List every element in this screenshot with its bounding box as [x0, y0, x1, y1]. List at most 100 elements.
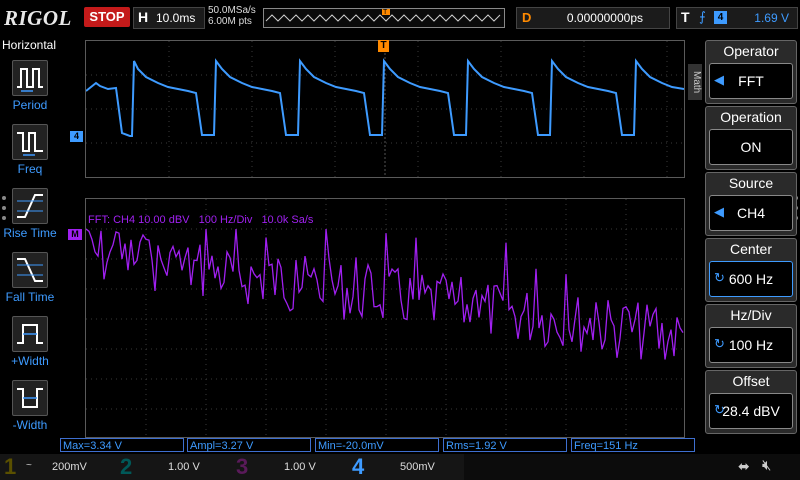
channel-1-coupling: ~ [26, 460, 32, 471]
measurement-min[interactable]: Min=-20.0mV [315, 438, 439, 452]
memory-overview-strip: T [263, 7, 505, 28]
measurement-ampl[interactable]: Ampl=3.27 V [187, 438, 311, 452]
fft-info-rate: 10.0k Sa/s [261, 214, 314, 226]
operator-value-box: ◀ FFT [709, 63, 793, 99]
period-icon [17, 68, 43, 92]
channel-1-number: 1 [4, 454, 17, 479]
timebase-key: H [138, 9, 149, 25]
center-title: Center [729, 241, 773, 257]
freq-icon [17, 132, 43, 156]
measurement-freq[interactable]: Freq=151 Hz [571, 438, 695, 452]
center-value-box: ↻ 600 Hz [709, 261, 793, 297]
channel-4-status[interactable]: 4 500mV [348, 454, 464, 480]
trigger-indicator[interactable]: T ⨍ 4 1.69 V [676, 7, 798, 29]
channel-4-number: 4 [352, 454, 365, 479]
fft-spectrum-trace [85, 228, 684, 360]
rise-time-button[interactable] [12, 188, 48, 224]
rising-edge-icon: ⨍ [699, 9, 706, 24]
operator-value: FFT [738, 73, 764, 89]
speaker-mute-icon: 🔇︎ [762, 457, 772, 474]
minus-width-button[interactable] [12, 380, 48, 416]
delay-value: 0.00000000ps [566, 11, 643, 25]
freq-label: Freq [17, 162, 43, 176]
plus-width-button[interactable] [12, 316, 48, 352]
source-softkey[interactable]: Source ◀ CH4 [705, 172, 797, 236]
minus-width-label: -Width [12, 418, 48, 432]
channel-1-status[interactable]: 1 ~ 200mV [0, 454, 116, 480]
time-domain-display[interactable] [85, 40, 685, 178]
period-label: Period [12, 98, 48, 112]
fft-info-scale: 10.00 dBV [138, 214, 190, 226]
period-button[interactable] [12, 60, 48, 96]
channel-2-number: 2 [120, 454, 133, 479]
fall-time-icon [17, 258, 43, 282]
offset-softkey[interactable]: Offset ↻ 28.4 dBV [705, 370, 797, 434]
center-softkey[interactable]: Center ↻ 600 Hz [705, 238, 797, 302]
plus-width-label: +Width [11, 354, 49, 368]
fft-info-line: FFT: CH4 10.00 dBV 100 Hz/Div 10.0k Sa/s [88, 214, 313, 226]
fall-time-button[interactable] [12, 252, 48, 288]
time-domain-grid [85, 41, 685, 177]
channel-4-scale: 500mV [400, 461, 435, 473]
math-menu-tab: Math [688, 64, 702, 100]
fft-display[interactable] [85, 198, 685, 438]
channel-2-scale: 1.00 V [168, 461, 200, 473]
source-value: CH4 [736, 205, 765, 221]
svg-text:T: T [383, 9, 388, 16]
horizontal-measure-menu: Period Freq Rise Time Fall Time +Width -… [0, 36, 58, 452]
delay-indicator[interactable]: D 0.00000000ps [516, 7, 670, 29]
operator-softkey[interactable]: Operator ◀ FFT [705, 40, 797, 104]
plus-width-icon [17, 324, 43, 344]
fft-info-hzdiv: 100 Hz/Div [198, 214, 253, 226]
rigol-logo: RIGOL [4, 6, 72, 30]
fft-info-channel: CH4 [113, 214, 136, 226]
operator-title: Operator [723, 43, 779, 59]
fft-info-label: FFT: [88, 214, 110, 226]
hz-div-value: 100 Hz [728, 337, 774, 353]
left-scroll-dots [2, 196, 7, 226]
sample-rate: 50.0MSa/s [208, 5, 256, 16]
channel-3-number: 3 [236, 454, 249, 479]
rise-time-icon [17, 194, 43, 218]
minus-width-icon [17, 388, 43, 408]
operation-value-box: ON [709, 129, 793, 165]
acquisition-info: 50.0MSa/s 6.00M pts [208, 5, 256, 27]
trigger-channel-badge: 4 [714, 11, 727, 24]
top-status-bar: RIGOL STOP H 10.0ms 50.0MSa/s 6.00M pts … [0, 0, 800, 36]
memory-depth: 6.00M pts [208, 16, 252, 27]
delay-key: D [522, 10, 532, 25]
freq-button[interactable] [12, 124, 48, 160]
trigger-level: 1.69 V [754, 11, 789, 25]
operation-softkey[interactable]: Operation ON [705, 106, 797, 170]
source-value-box: ◀ CH4 [709, 195, 793, 231]
usb-icon: ⬌ [738, 458, 750, 474]
fall-time-label: Fall Time [5, 290, 55, 304]
operation-title: Operation [720, 109, 782, 125]
measurement-max[interactable]: Max=3.34 V [60, 438, 184, 452]
channel-3-status[interactable]: 3 1.00 V [232, 454, 348, 480]
ch4-offset-marker[interactable]: 4 [70, 131, 83, 142]
channel-2-status[interactable]: 2 1.00 V [116, 454, 232, 480]
memory-overview-wave: T [265, 7, 501, 22]
channel-3-scale: 1.00 V [284, 461, 316, 473]
hz-div-value-box: ↻ 100 Hz [709, 327, 793, 363]
offset-value: 28.4 dBV [722, 403, 780, 419]
hz-div-softkey[interactable]: Hz/Div ↻ 100 Hz [705, 304, 797, 368]
trigger-key: T [681, 9, 690, 25]
operation-value: ON [740, 139, 762, 155]
source-title: Source [728, 175, 774, 191]
center-value: 600 Hz [728, 271, 774, 287]
offset-value-box: ↻ 28.4 dBV [709, 393, 793, 429]
hz-div-title: Hz/Div [730, 307, 772, 323]
measurement-rms[interactable]: Rms=1.92 V [443, 438, 567, 452]
fft-grid [85, 199, 684, 437]
math-offset-marker[interactable]: M [68, 229, 82, 240]
trigger-position-marker[interactable]: T [378, 40, 389, 52]
status-bar-right: ⬌ 🔇︎ [464, 454, 800, 480]
rise-time-label: Rise Time [3, 226, 57, 240]
timebase-value: 10.0ms [156, 11, 196, 25]
offset-title: Offset [732, 373, 770, 389]
channel-1-scale: 200mV [52, 461, 87, 473]
timebase-indicator[interactable]: H 10.0ms [133, 7, 205, 29]
run-stop-button[interactable]: STOP [84, 7, 130, 27]
